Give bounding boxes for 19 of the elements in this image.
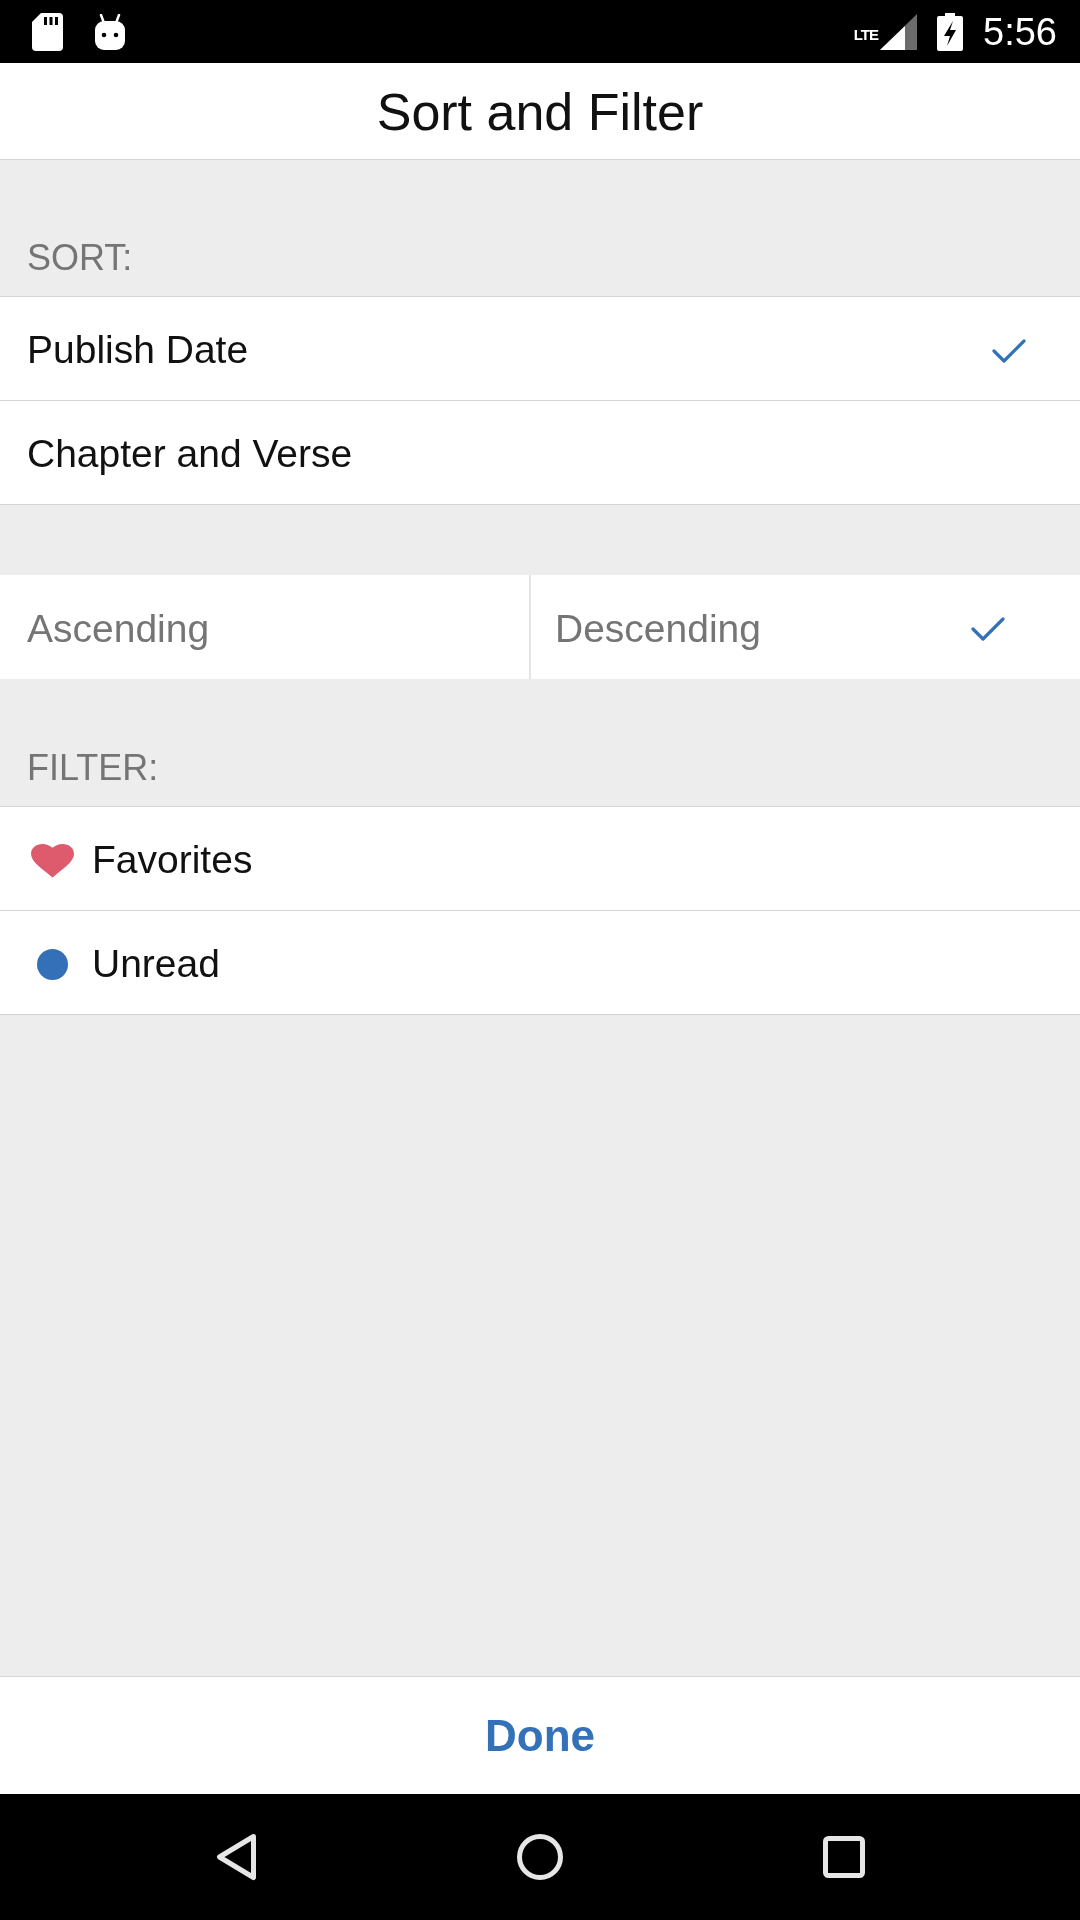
network-type: LTE xyxy=(853,26,879,42)
sort-order-option[interactable]: Ascending xyxy=(0,575,529,679)
screen-title: Sort and Filter xyxy=(376,83,704,143)
robot-icon xyxy=(94,13,126,50)
filter-option[interactable]: Unread xyxy=(0,911,1080,1015)
sort-option[interactable]: Chapter and Verse xyxy=(0,401,1080,505)
sort-order-option[interactable]: Descending xyxy=(529,575,1080,679)
section-heading: FILTER: xyxy=(27,747,159,789)
status-time: 5:56 xyxy=(983,12,1057,51)
signal-icon xyxy=(880,13,918,50)
home-icon[interactable] xyxy=(516,1834,563,1880)
sort-option[interactable]: Publish Date xyxy=(0,297,1080,401)
battery-charging-icon xyxy=(937,12,964,51)
section-heading: SORT: xyxy=(27,237,133,279)
sd-card-icon xyxy=(32,12,63,51)
recents-icon[interactable] xyxy=(822,1836,865,1878)
done-button[interactable]: Done xyxy=(0,1676,1080,1794)
filter-option[interactable]: Favorites xyxy=(0,807,1080,911)
back-icon[interactable] xyxy=(215,1833,257,1881)
